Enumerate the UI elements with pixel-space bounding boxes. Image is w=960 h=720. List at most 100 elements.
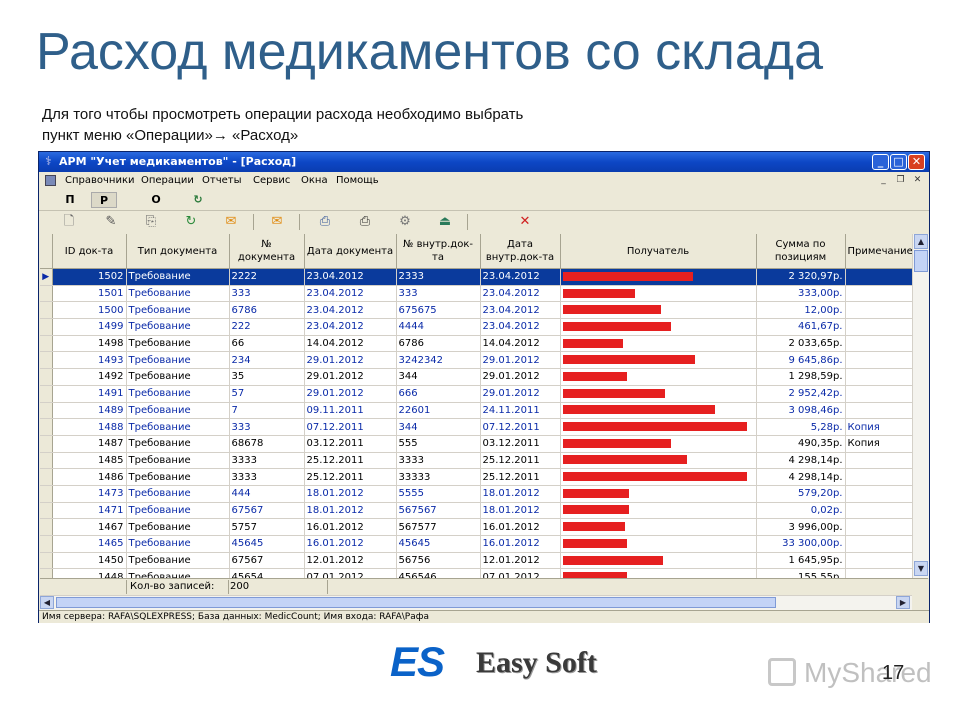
menu-item-operatsii[interactable]: Операции	[141, 172, 194, 190]
cell-note[interactable]	[845, 552, 912, 570]
cell-doc-no[interactable]: 35	[229, 368, 305, 386]
cell-int-date[interactable]: 18.01.2012	[480, 502, 561, 520]
cell-note[interactable]	[845, 318, 912, 336]
cell-note[interactable]	[845, 468, 912, 486]
cell-int-no[interactable]: 56756	[396, 552, 481, 570]
row-indicator[interactable]	[40, 301, 53, 320]
cell-int-no[interactable]: 4444	[396, 318, 481, 336]
cell-doc-date[interactable]: 18.01.2012	[304, 485, 397, 503]
cell-note[interactable]	[845, 368, 912, 386]
row-indicator[interactable]	[40, 385, 53, 403]
cell-recipient[interactable]	[560, 268, 757, 286]
cell-doc-date[interactable]: 23.04.2012	[304, 268, 397, 286]
cell-doc-no[interactable]: 66	[229, 335, 305, 353]
close-button[interactable]: ✕	[908, 154, 925, 170]
table-row[interactable]: 1499 Требование 222 23.04.2012 4444 23.04.201…	[40, 318, 912, 336]
cell-doc-date[interactable]: 16.01.2012	[304, 518, 397, 536]
cell-int-no[interactable]: 3333	[396, 452, 481, 470]
cell-id[interactable]: 1450	[52, 552, 127, 570]
cell-note[interactable]	[845, 335, 912, 353]
cell-doc-no[interactable]: 3333	[229, 468, 305, 486]
table-row[interactable]: 1501 Требование 333 23.04.2012 333 23.04.2012…	[40, 285, 912, 303]
cell-int-no[interactable]: 567567	[396, 502, 481, 520]
print-setup-icon[interactable]: ⚙	[397, 214, 413, 230]
column-header-doc-type[interactable]: Тип документа	[126, 234, 230, 269]
printer-icon[interactable]: ⎙	[357, 214, 373, 230]
cell-doc-type[interactable]: Требование	[126, 568, 230, 578]
cell-int-date[interactable]: 25.12.2011	[480, 452, 561, 470]
cell-int-date[interactable]: 24.11.2011	[480, 402, 561, 420]
cell-doc-date[interactable]: 25.12.2011	[304, 452, 397, 470]
cell-int-date[interactable]: 23.04.2012	[480, 318, 561, 336]
cell-doc-date[interactable]: 23.04.2012	[304, 301, 397, 320]
cell-sum[interactable]: 33 300,00р.	[756, 535, 846, 553]
delete-icon[interactable]: ✕	[517, 214, 533, 230]
cell-recipient[interactable]	[560, 351, 757, 370]
cell-sum[interactable]: 461,67р.	[756, 318, 846, 336]
menu-item-servis[interactable]: Сервис	[253, 172, 290, 190]
cell-doc-type[interactable]: Требование	[126, 502, 230, 520]
row-indicator[interactable]	[40, 452, 53, 470]
cell-int-no[interactable]: 666	[396, 385, 481, 403]
cell-doc-type[interactable]: Требование	[126, 351, 230, 370]
cell-note[interactable]	[845, 268, 912, 286]
cell-doc-date[interactable]: 29.01.2012	[304, 351, 397, 370]
table-row[interactable]: 1488 Требование 333 07.12.2011 344 07.12.2011…	[40, 418, 912, 436]
row-indicator[interactable]	[40, 335, 53, 353]
cell-int-no[interactable]: 675675	[396, 301, 481, 320]
cell-doc-date[interactable]: 07.01.2012	[304, 568, 397, 578]
cell-note[interactable]	[845, 452, 912, 470]
cell-doc-no[interactable]: 234	[229, 351, 305, 370]
cell-doc-date[interactable]: 23.04.2012	[304, 318, 397, 336]
cell-id[interactable]: 1488	[52, 418, 127, 436]
cell-sum[interactable]: 4 298,14р.	[756, 452, 846, 470]
scroll-right-icon[interactable]: ▶	[896, 596, 910, 609]
cell-recipient[interactable]	[560, 418, 757, 436]
cell-int-date[interactable]: 14.04.2012	[480, 335, 561, 353]
print-preview-icon[interactable]: ⎙	[317, 214, 333, 230]
cell-sum[interactable]: 3 098,46р.	[756, 402, 846, 420]
cell-doc-no[interactable]: 333	[229, 285, 305, 303]
row-indicator[interactable]	[40, 318, 53, 336]
row-indicator[interactable]	[40, 502, 53, 520]
cell-doc-type[interactable]: Требование	[126, 385, 230, 403]
cell-doc-date[interactable]: 23.04.2012	[304, 285, 397, 303]
cell-doc-type[interactable]: Требование	[126, 552, 230, 570]
cell-doc-no[interactable]: 2222	[229, 268, 305, 286]
menu-item-spravochniki[interactable]: Справочники	[65, 172, 135, 190]
cell-note[interactable]	[845, 301, 912, 320]
cell-sum[interactable]: 12,00р.	[756, 301, 846, 320]
cell-id[interactable]: 1493	[52, 351, 127, 370]
cell-doc-no[interactable]: 7	[229, 402, 305, 420]
cell-int-date[interactable]: 29.01.2012	[480, 351, 561, 370]
cell-doc-date[interactable]: 14.04.2012	[304, 335, 397, 353]
cell-recipient[interactable]	[560, 485, 757, 503]
cell-doc-type[interactable]: Требование	[126, 468, 230, 486]
row-indicator[interactable]	[40, 568, 53, 578]
cell-doc-type[interactable]: Требование	[126, 368, 230, 386]
cell-id[interactable]: 1465	[52, 535, 127, 553]
table-row[interactable]: 1491 Требование 57 29.01.2012 666 29.01.2012 2…	[40, 385, 912, 403]
cell-doc-date[interactable]: 18.01.2012	[304, 502, 397, 520]
cell-id[interactable]: 1489	[52, 402, 127, 420]
cell-id[interactable]: 1487	[52, 435, 127, 453]
cell-int-no[interactable]: 333	[396, 285, 481, 303]
cell-doc-no[interactable]: 5757	[229, 518, 305, 536]
cell-doc-no[interactable]: 3333	[229, 452, 305, 470]
cell-id[interactable]: 1500	[52, 301, 127, 320]
cell-doc-type[interactable]: Требование	[126, 301, 230, 320]
cell-doc-no[interactable]: 45654	[229, 568, 305, 578]
row-indicator[interactable]	[40, 518, 53, 536]
scroll-down-icon[interactable]: ▼	[914, 561, 928, 576]
cell-note[interactable]: Копия	[845, 418, 912, 436]
cell-doc-type[interactable]: Требование	[126, 318, 230, 336]
cell-recipient[interactable]	[560, 452, 757, 470]
cell-int-date[interactable]: 29.01.2012	[480, 385, 561, 403]
cell-id[interactable]: 1471	[52, 502, 127, 520]
new-document-icon[interactable]: 🗋	[61, 214, 77, 230]
row-indicator[interactable]	[40, 351, 53, 370]
cell-note[interactable]	[845, 385, 912, 403]
row-indicator[interactable]	[40, 368, 53, 386]
cell-id[interactable]: 1492	[52, 368, 127, 386]
table-row[interactable]: 1500 Требование 6786 23.04.2012 675675 23.04.…	[40, 301, 912, 320]
